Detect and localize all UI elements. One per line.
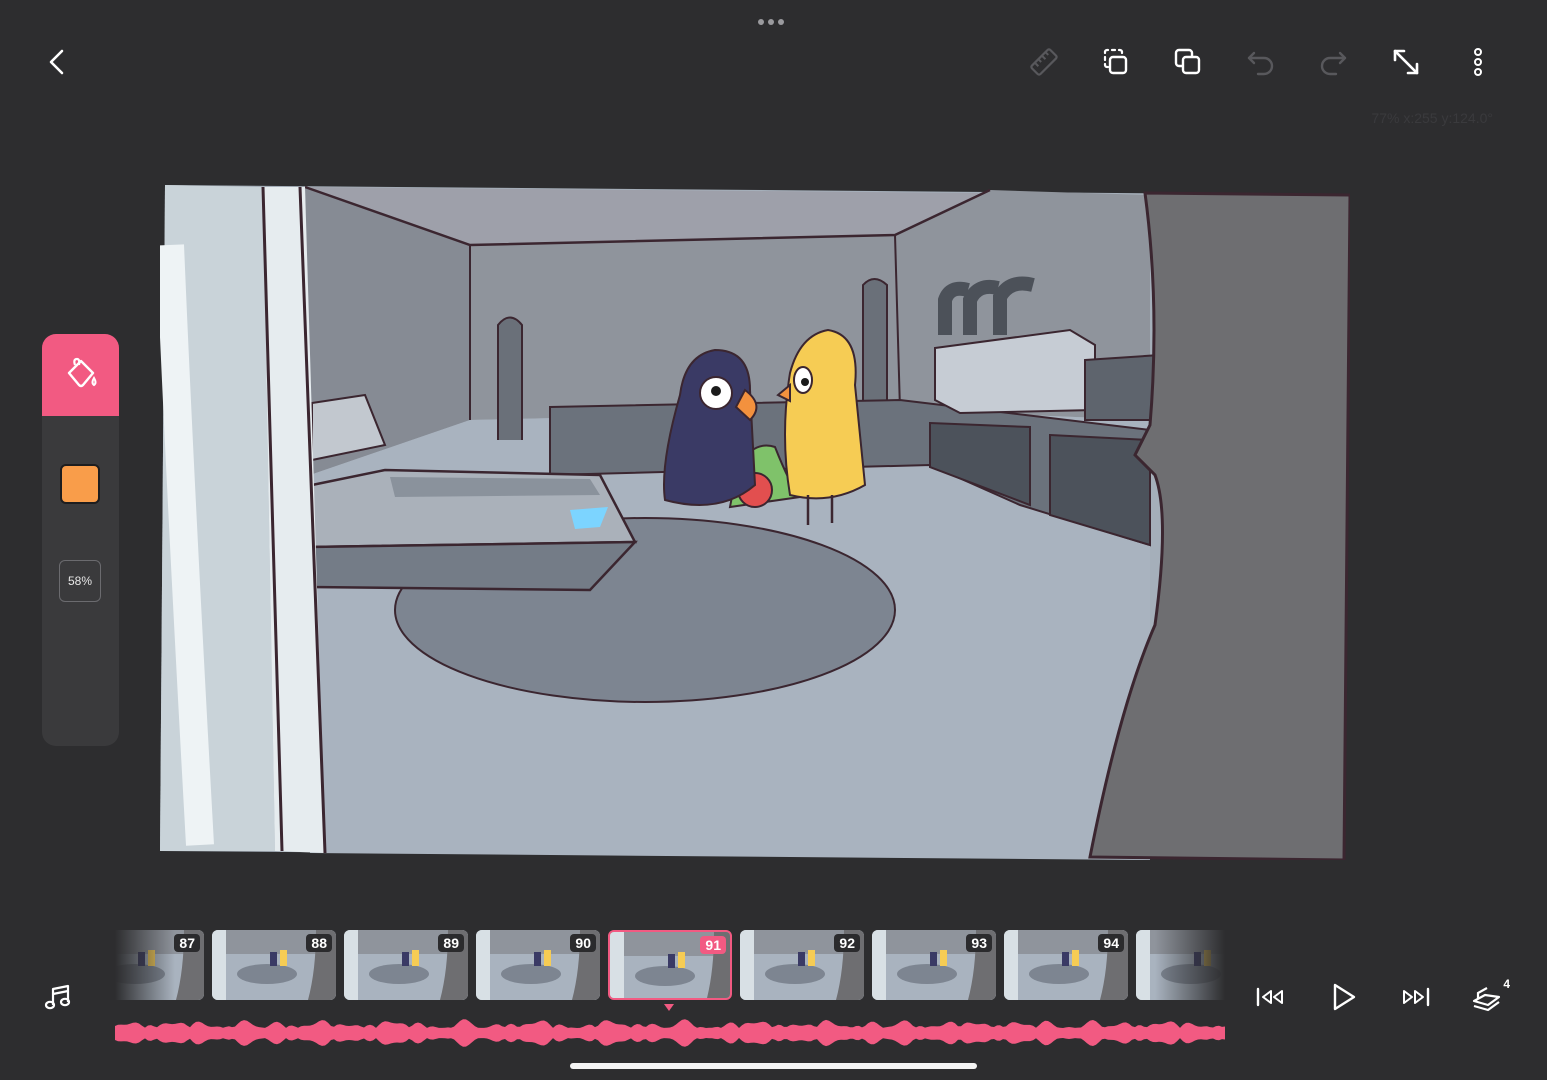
undo-icon	[1247, 51, 1274, 76]
undo-button[interactable]	[1237, 38, 1285, 86]
duplicate-frame-icon	[1103, 48, 1128, 75]
back-button[interactable]	[33, 38, 81, 86]
color-swatch-button[interactable]	[60, 464, 100, 504]
music-note-icon	[44, 984, 71, 1010]
copy-layer-button[interactable]	[1164, 38, 1212, 86]
opacity-button[interactable]: 58%	[59, 560, 101, 602]
play-icon	[1333, 983, 1356, 1011]
multitask-handle[interactable]	[758, 12, 790, 25]
frame-number: 89	[438, 934, 464, 952]
timeline-frame[interactable]: 93	[872, 930, 996, 1000]
expand-button[interactable]	[1382, 38, 1430, 86]
skip-back-button[interactable]	[1249, 975, 1293, 1019]
redo-button[interactable]	[1309, 38, 1357, 86]
skip-back-icon	[1256, 987, 1283, 1007]
timeline-frame[interactable]: 91	[608, 930, 732, 1000]
duplicate-frame-button[interactable]	[1092, 38, 1140, 86]
timeline-frame[interactable]: 90	[476, 930, 600, 1000]
timeline-frame[interactable]: 92	[740, 930, 864, 1000]
frame-number: 88	[306, 934, 332, 952]
skip-forward-button[interactable]	[1393, 975, 1437, 1019]
frame-number: 91	[700, 936, 726, 954]
tool-panel: 58%	[42, 334, 119, 746]
frame-thumbnail	[1136, 930, 1225, 1000]
frame-number: 87	[174, 934, 200, 952]
frame-number: 94	[1098, 934, 1124, 952]
ruler-button[interactable]	[1020, 38, 1068, 86]
home-indicator[interactable]	[570, 1063, 977, 1069]
expand-icon	[1393, 49, 1419, 75]
timeline-frame[interactable]: 88	[212, 930, 336, 1000]
timeline-frame[interactable]	[1136, 930, 1225, 1000]
layers-button[interactable]: 4	[1466, 975, 1510, 1019]
waveform-shape	[115, 1019, 1225, 1047]
ruler-icon	[1030, 48, 1058, 76]
audio-waveform[interactable]	[115, 1016, 1225, 1050]
more-button[interactable]	[1454, 38, 1502, 86]
play-button[interactable]	[1321, 975, 1365, 1019]
layers-icon	[1472, 987, 1501, 1012]
frame-number: 90	[570, 934, 596, 952]
copy-layer-icon	[1174, 48, 1201, 75]
timeline-frame[interactable]: 94	[1004, 930, 1128, 1000]
paint-bucket-icon	[67, 357, 96, 388]
playhead-marker[interactable]	[664, 1004, 674, 1011]
frame-number: 93	[966, 934, 992, 952]
layers-count-badge: 4	[1503, 977, 1510, 991]
redo-icon	[1320, 51, 1347, 76]
timeline-frame[interactable]: 87	[115, 930, 204, 1000]
audio-button[interactable]	[36, 975, 80, 1019]
skip-forward-icon	[1403, 987, 1430, 1007]
canvas-readout: 77% x:255 y:124.0°	[1371, 110, 1493, 126]
timeline-frame[interactable]: 89	[344, 930, 468, 1000]
frame-number: 92	[834, 934, 860, 952]
drawing-canvas[interactable]	[156, 185, 1352, 862]
paint-bucket-tool-button[interactable]	[42, 334, 119, 416]
chevron-left-icon	[49, 49, 64, 75]
frame-timeline[interactable]: 87 88 89 90 91 92 93 94	[115, 928, 1225, 1004]
more-icon	[1474, 48, 1482, 76]
